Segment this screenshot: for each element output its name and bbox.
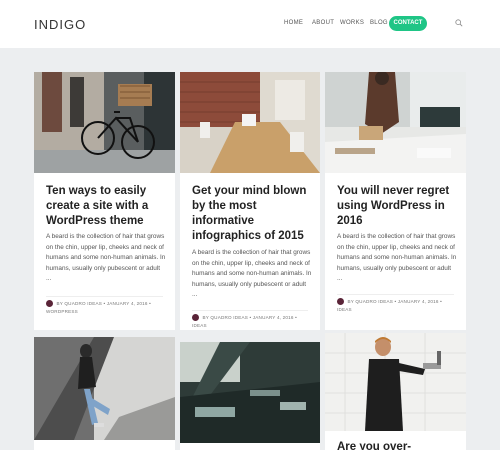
post-card[interactable]: [180, 342, 320, 450]
site-header: INDIGO HOME ABOUT WORKS BLOG CONTACT: [0, 0, 500, 48]
post-excerpt: A beard is the collection of hair that g…: [46, 233, 166, 282]
nav-about[interactable]: ABOUT: [312, 20, 334, 26]
site-logo[interactable]: INDIGO: [34, 17, 86, 32]
post-meta: BY QUADRO IDEAS • JANUARY 4, 2016 • WORD…: [46, 300, 151, 314]
post-date: JANUARY 4, 2016: [106, 301, 148, 306]
post-card[interactable]: [34, 337, 175, 450]
post-title[interactable]: You will never regret using WordPress in…: [337, 184, 456, 229]
author-avatar[interactable]: [337, 298, 344, 306]
post-meta: BY QUADRO IDEAS • JANUARY 4, 2016 • IDEA…: [337, 298, 442, 312]
post-title[interactable]: Are you over-cleaning: [337, 440, 456, 450]
post-date: JANUARY 4, 2016: [252, 315, 294, 320]
post-excerpt: A beard is the collection of hair that g…: [192, 249, 312, 298]
search-icon[interactable]: [455, 19, 463, 27]
post-meta: BY QUADRO IDEAS • JANUARY 4, 2016 • IDEA…: [192, 314, 297, 328]
author-avatar[interactable]: [46, 300, 53, 308]
card-divider: [337, 294, 454, 295]
post-image-man-wall[interactable]: [325, 333, 466, 431]
post-excerpt: A beard is the collection of hair that g…: [337, 233, 457, 282]
post-image-woman[interactable]: [34, 337, 175, 440]
post-card[interactable]: Get your mind blown by the most informat…: [180, 72, 320, 330]
post-category[interactable]: WORDPRESS: [46, 309, 78, 314]
post-image-bicycle[interactable]: [34, 72, 175, 173]
post-image-office[interactable]: [180, 72, 320, 173]
post-category[interactable]: IDEAS: [192, 323, 207, 328]
author-avatar[interactable]: [192, 314, 199, 322]
post-card[interactable]: You will never regret using WordPress in…: [325, 72, 466, 330]
nav-works[interactable]: WORKS: [340, 20, 364, 26]
card-divider: [192, 310, 308, 311]
post-image-room[interactable]: [180, 342, 320, 443]
post-card[interactable]: Are you over-cleaning: [325, 333, 466, 450]
post-card[interactable]: Ten ways to easily create a site with a …: [34, 72, 175, 330]
post-image-workspace[interactable]: [325, 72, 466, 173]
nav-blog[interactable]: BLOG: [370, 20, 388, 26]
card-divider: [46, 296, 163, 297]
post-author[interactable]: BY QUADRO IDEAS: [202, 315, 248, 320]
contact-button[interactable]: CONTACT: [389, 16, 427, 31]
post-title[interactable]: Ten ways to easily create a site with a …: [46, 184, 165, 229]
post-date: JANUARY 4, 2016: [397, 299, 439, 304]
post-category[interactable]: IDEAS: [337, 307, 352, 312]
post-author[interactable]: BY QUADRO IDEAS: [347, 299, 393, 304]
nav-home[interactable]: HOME: [284, 20, 303, 26]
post-title[interactable]: Get your mind blown by the most informat…: [192, 184, 310, 244]
post-author[interactable]: BY QUADRO IDEAS: [56, 301, 102, 306]
